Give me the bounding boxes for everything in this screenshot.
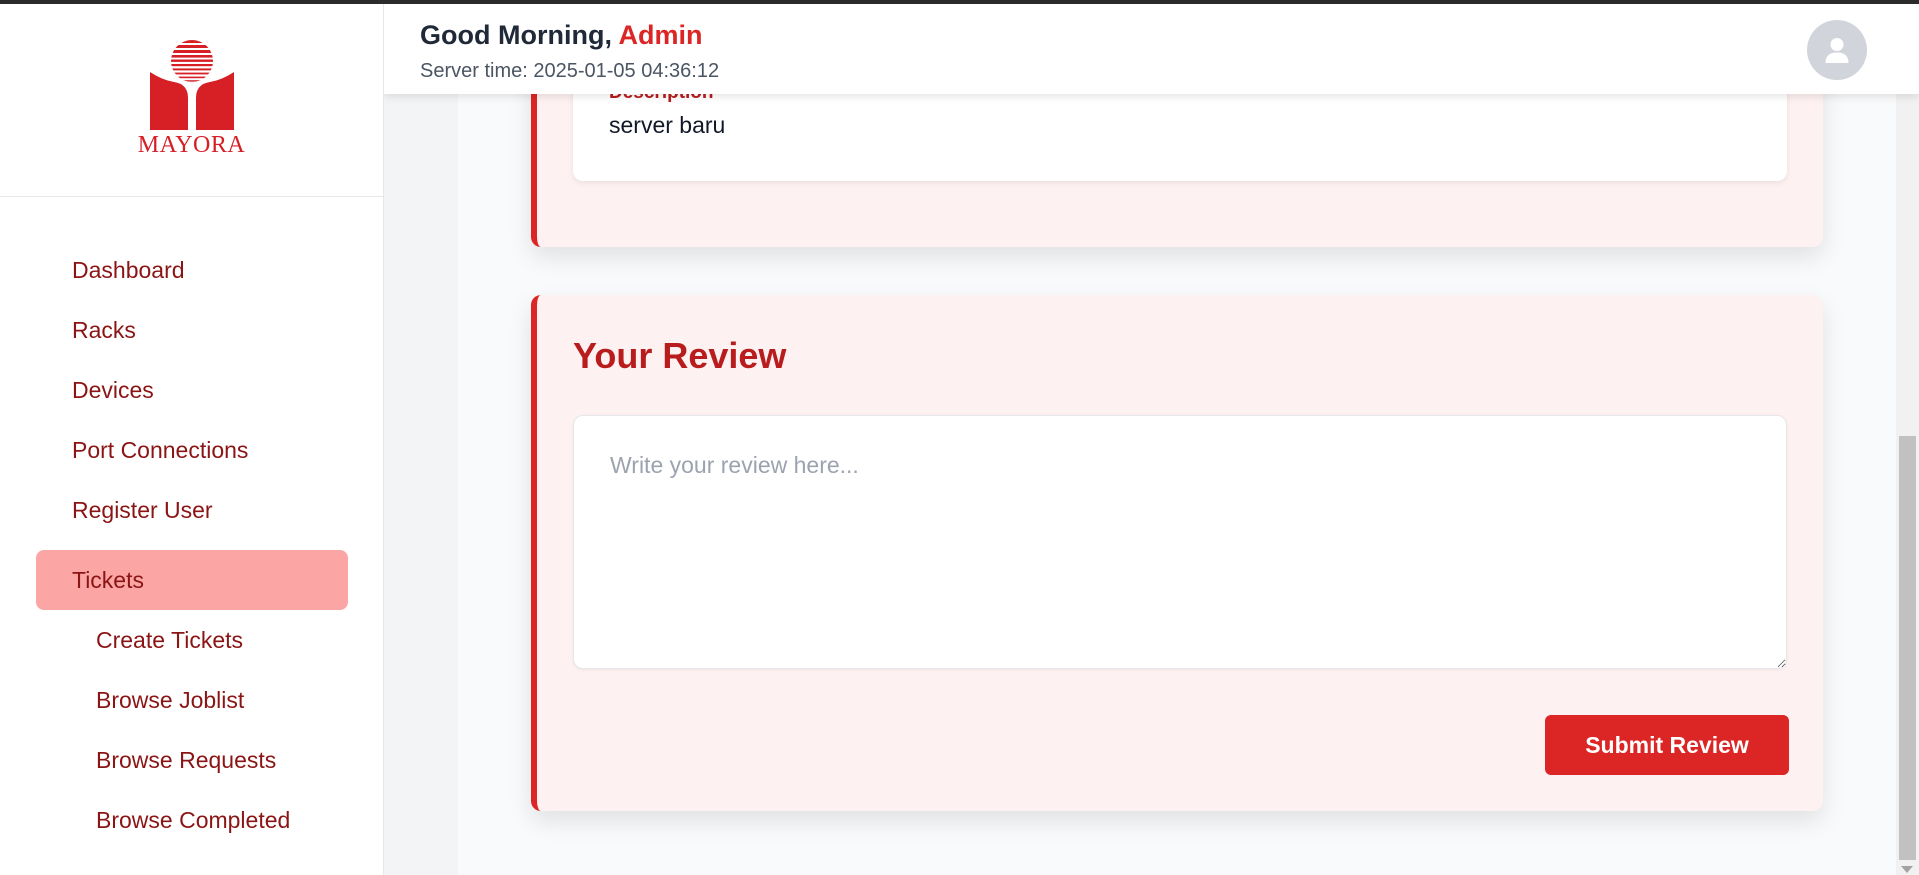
scrollbar-thumb[interactable] xyxy=(1899,436,1916,860)
logo-text: MAYORA xyxy=(137,132,246,158)
sidebar-item-browse-joblist[interactable]: Browse Joblist xyxy=(36,670,348,730)
sidebar-item-label: Create Tickets xyxy=(96,626,243,653)
sidebar-item-create-tickets[interactable]: Create Tickets xyxy=(36,610,348,670)
sidebar-item-label: Register User xyxy=(72,496,213,523)
sidebar-item-label: Browse Completed xyxy=(96,806,291,833)
sidebar-item-label: Racks xyxy=(72,316,136,343)
review-title: Your Review xyxy=(573,335,787,376)
logo-area: MAYORA xyxy=(0,4,383,197)
vertical-scrollbar[interactable] xyxy=(1896,0,1919,875)
sidebar-item-port-connections[interactable]: Port Connections xyxy=(36,420,348,480)
sidebar-item-racks[interactable]: Racks xyxy=(36,300,348,360)
description-value: server baru xyxy=(609,112,726,138)
top-header: Good Morning, Admin Server time: 2025-01… xyxy=(384,4,1919,94)
sidebar-item-label: Browse Requests xyxy=(96,746,277,773)
sidebar-item-register-user[interactable]: Register User xyxy=(36,480,348,540)
sidebar-item-devices[interactable]: Devices xyxy=(36,360,348,420)
greeting: Good Morning, Admin xyxy=(420,20,702,51)
sidebar-item-dashboard[interactable]: Dashboard xyxy=(36,240,348,300)
user-icon xyxy=(1825,38,1849,63)
window-top-strip xyxy=(0,0,1919,4)
sidebar-item-label: Devices xyxy=(72,376,154,403)
mayora-logo[interactable]: MAYORA xyxy=(133,40,251,159)
sidebar-item-browse-completed[interactable]: Browse Completed xyxy=(36,790,348,850)
mayora-logo-icon xyxy=(149,40,234,130)
sidebar-item-tickets[interactable]: Tickets xyxy=(36,550,348,610)
review-textarea[interactable] xyxy=(573,415,1787,669)
sidebar-item-label: Browse Joblist xyxy=(96,686,245,713)
sidebar-item-browse-requests[interactable]: Browse Requests xyxy=(36,730,348,790)
server-time: Server time: 2025-01-05 04:36:12 xyxy=(420,60,720,82)
scroll-down-arrow-icon[interactable] xyxy=(1901,866,1913,873)
submit-review-button[interactable]: Submit Review xyxy=(1545,715,1789,775)
user-name: Admin xyxy=(618,20,703,50)
sidebar-item-label: Port Connections xyxy=(72,436,249,463)
avatar[interactable] xyxy=(1807,20,1867,80)
greeting-prefix: Good Morning, xyxy=(420,20,619,50)
sidebar-item-label: Dashboard xyxy=(72,256,185,283)
sidebar: MAYORA Dashboard Racks Devices Port Conn… xyxy=(0,4,384,875)
sidebar-item-label: Tickets xyxy=(72,566,144,593)
review-card: Your Review Submit Review xyxy=(531,295,1823,811)
